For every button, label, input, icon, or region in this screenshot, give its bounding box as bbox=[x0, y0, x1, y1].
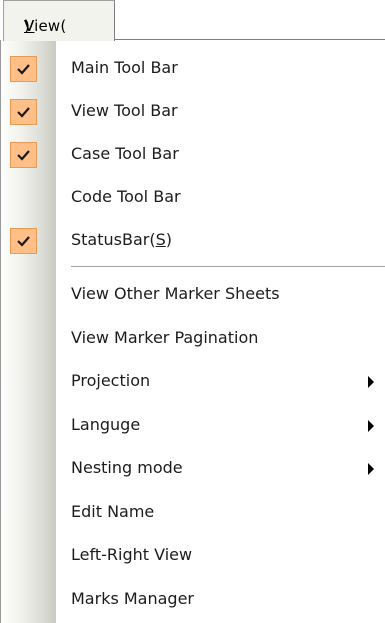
checked-icon bbox=[10, 99, 37, 125]
menu-item-projection[interactable]: Projection bbox=[1, 361, 385, 402]
menu-item-main-tool-bar[interactable]: Main Tool Bar bbox=[1, 48, 385, 89]
menu-item-label: Nesting mode bbox=[71, 458, 183, 477]
menu-item-label: View Marker Pagination bbox=[71, 328, 259, 347]
menu-item-label: Left-Right View bbox=[71, 545, 193, 564]
menu-item-label: Projection bbox=[71, 371, 151, 390]
menu-item-label: Code Tool Bar bbox=[71, 187, 181, 206]
menu-item-edit-name[interactable]: Edit Name bbox=[1, 492, 385, 533]
menu-item-label: View Other Marker Sheets bbox=[71, 284, 280, 303]
checked-icon bbox=[10, 56, 37, 82]
menu-item-language[interactable]: Languge bbox=[1, 405, 385, 446]
menu-item-label: StatusBar(S) bbox=[71, 230, 172, 249]
menu-item-status-bar[interactable]: StatusBar(S) bbox=[1, 220, 385, 261]
view-dropdown-menu: Main Tool Bar View Tool Bar Case Tool Ba… bbox=[0, 40, 385, 623]
menu-top-border bbox=[115, 39, 385, 40]
menu-item-nesting-mode[interactable]: Nesting mode bbox=[1, 448, 385, 489]
checked-icon bbox=[10, 142, 37, 168]
view-menu-title[interactable]: View(V) bbox=[3, 0, 115, 41]
menu-item-view-tool-bar[interactable]: View Tool Bar bbox=[1, 91, 385, 132]
menu-separator bbox=[71, 266, 385, 267]
menu-item-left-right-view[interactable]: Left-Right View bbox=[1, 535, 385, 576]
menu-item-label: Edit Name bbox=[71, 502, 155, 521]
submenu-arrow-icon bbox=[368, 420, 374, 432]
view-menu-screenshot: View(V) Main Tool Bar View Tool Bar Case… bbox=[0, 0, 385, 623]
menu-item-view-other-marker-sheets[interactable]: View Other Marker Sheets bbox=[1, 274, 385, 315]
menu-item-label: Marks Manager bbox=[71, 589, 195, 608]
menu-item-label: Case Tool Bar bbox=[71, 144, 179, 163]
menu-item-label: Languge bbox=[71, 415, 141, 434]
submenu-arrow-icon bbox=[368, 463, 374, 475]
menu-item-label: Main Tool Bar bbox=[71, 58, 178, 77]
menu-item-code-tool-bar[interactable]: Code Tool Bar bbox=[1, 177, 385, 218]
checked-icon bbox=[10, 228, 37, 254]
submenu-arrow-icon bbox=[368, 376, 374, 388]
menu-item-label: View Tool Bar bbox=[71, 101, 178, 120]
menu-item-case-tool-bar[interactable]: Case Tool Bar bbox=[1, 134, 385, 175]
menu-item-view-marker-pagination[interactable]: View Marker Pagination bbox=[1, 318, 385, 359]
menu-item-marks-manager[interactable]: Marks Manager bbox=[1, 579, 385, 620]
